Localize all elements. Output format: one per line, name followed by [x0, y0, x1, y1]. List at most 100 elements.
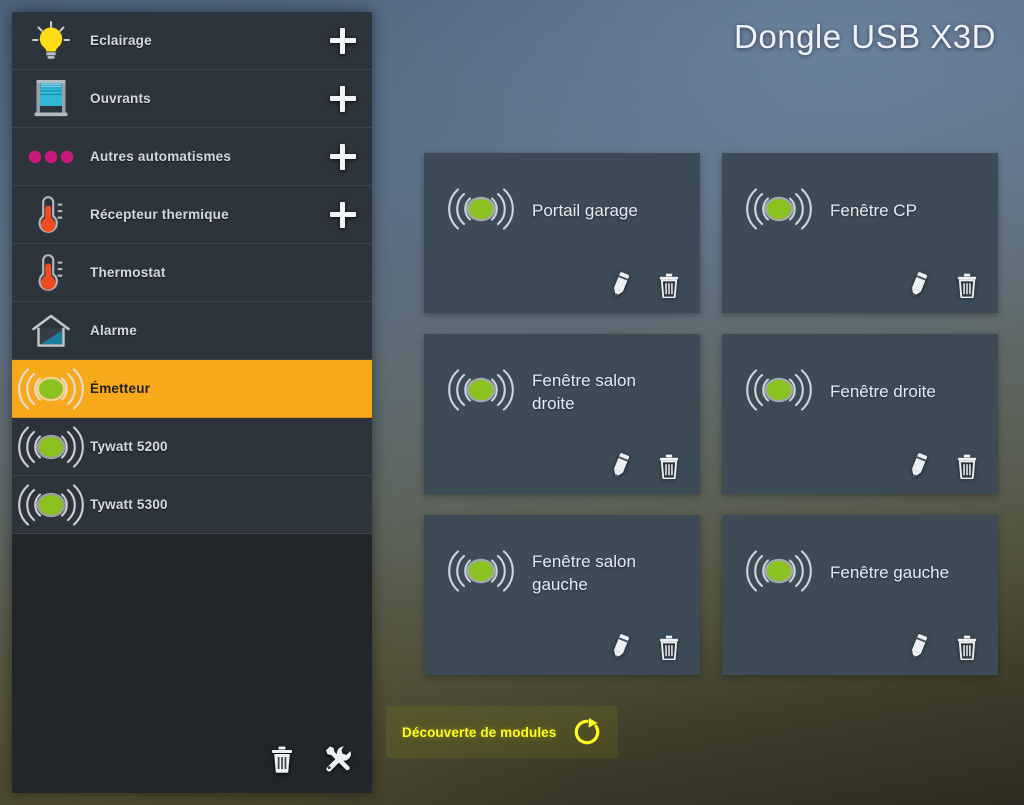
card-header: Fenêtre gauche [722, 515, 998, 604]
sidebar-item-thermostat[interactable]: Thermostat [12, 244, 372, 302]
delete-device-button[interactable] [954, 452, 980, 480]
edit-device-button[interactable] [906, 271, 932, 299]
edit-device-button[interactable] [906, 452, 932, 480]
device-card[interactable]: Fenêtre droite [722, 334, 998, 494]
delete-all-button[interactable] [264, 741, 300, 777]
add-device-button[interactable] [314, 70, 372, 128]
delete-device-button[interactable] [656, 633, 682, 661]
sidebar-item-label: Tywatt 5300 [90, 497, 168, 512]
transmitter-icon [448, 188, 514, 230]
transmitter-icon [746, 369, 812, 411]
plus-icon [330, 85, 356, 112]
discover-modules-button[interactable]: Découverte de modules [386, 706, 619, 758]
card-title: Fenêtre CP [830, 201, 917, 221]
app-root: Eclairage Ouvrants Autres automatismes R… [0, 0, 1024, 805]
plus-icon [330, 27, 356, 54]
card-title: Fenêtre droite [830, 382, 936, 402]
nav-plus-placeholder [314, 476, 372, 534]
edit-icon [911, 453, 927, 478]
shutter-icon [12, 70, 90, 128]
sidebar-item-autres-automatismes[interactable]: Autres automatismes [12, 128, 372, 186]
edit-icon [911, 272, 927, 297]
nav-plus-placeholder [314, 360, 372, 418]
thermometer-icon [12, 186, 90, 244]
card-header: Fenêtre CP [722, 153, 998, 242]
thermometer-icon [12, 244, 90, 302]
sidebar-item-metteur[interactable]: Émetteur [12, 360, 372, 418]
transmitter-icon [446, 543, 516, 604]
transmitter-icon [18, 483, 84, 526]
sidebar-item-ouvrants[interactable]: Ouvrants [12, 70, 372, 128]
refresh-icon[interactable] [570, 715, 604, 749]
main-content: Dongle USB X3D Portail garage Fenêtre CP… [372, 0, 1024, 805]
transmitter-icon [744, 543, 814, 604]
tools-button[interactable] [320, 741, 356, 777]
transmitter-icon [446, 181, 516, 242]
transmitter-icon [746, 550, 812, 592]
transmitter-icon [12, 418, 90, 476]
edit-device-button[interactable] [608, 271, 634, 299]
three-dots-icon [12, 128, 90, 186]
delete-device-button[interactable] [954, 271, 980, 299]
sidebar-item-tywatt-5200[interactable]: Tywatt 5200 [12, 418, 372, 476]
add-device-button[interactable] [314, 12, 372, 70]
transmitter-icon [746, 188, 812, 230]
card-header: Portail garage [424, 153, 700, 242]
sidebar-item-alarme[interactable]: Alarme [12, 302, 372, 360]
card-actions [906, 271, 980, 299]
house-alarm-icon [12, 302, 90, 360]
card-header: Fenêtre droite [722, 334, 998, 423]
add-device-button[interactable] [314, 186, 372, 244]
three-dots-icon [28, 150, 74, 163]
device-card[interactable]: Fenêtre salon droite [424, 334, 700, 494]
device-card[interactable]: Fenêtre CP [722, 153, 998, 313]
sidebar-item-label: Récepteur thermique [90, 207, 229, 222]
card-actions [608, 633, 682, 661]
transmitter-icon [12, 476, 90, 534]
trash-icon [957, 273, 977, 298]
page-title: Dongle USB X3D [734, 18, 996, 55]
delete-device-button[interactable] [954, 633, 980, 661]
thermometer-icon [38, 253, 63, 291]
sidebar-item-eclairage[interactable]: Eclairage [12, 12, 372, 70]
sidebar-item-r-cepteur-thermique[interactable]: Récepteur thermique [12, 186, 372, 244]
delete-device-button[interactable] [656, 452, 682, 480]
trash-icon [659, 635, 679, 660]
nav-plus-placeholder [314, 244, 372, 302]
trash-icon [957, 635, 977, 660]
sidebar-item-tywatt-5300[interactable]: Tywatt 5300 [12, 476, 372, 534]
sidebar: Eclairage Ouvrants Autres automatismes R… [12, 12, 372, 793]
card-actions [906, 452, 980, 480]
device-card[interactable]: Fenêtre gauche [722, 515, 998, 675]
card-actions [906, 633, 980, 661]
sidebar-item-label: Thermostat [90, 265, 166, 280]
transmitter-icon [18, 367, 84, 410]
sidebar-item-label: Tywatt 5200 [90, 439, 168, 454]
edit-device-button[interactable] [608, 633, 634, 661]
edit-device-button[interactable] [608, 452, 634, 480]
discover-modules-label: Découverte de modules [402, 724, 557, 740]
card-actions [608, 271, 682, 299]
lightbulb-icon [32, 20, 70, 59]
trash-icon [957, 454, 977, 479]
device-card[interactable]: Portail garage [424, 153, 700, 313]
card-title: Fenêtre salon droite [532, 370, 636, 413]
add-device-button[interactable] [314, 128, 372, 186]
transmitter-icon [18, 425, 84, 468]
sidebar-item-label: Eclairage [90, 33, 152, 48]
thermometer-icon [38, 195, 63, 233]
transmitter-icon [744, 181, 814, 242]
nav-plus-placeholder [314, 418, 372, 476]
plus-icon [330, 143, 356, 170]
card-actions [608, 452, 682, 480]
sidebar-footer [264, 741, 356, 777]
transmitter-icon [12, 360, 90, 418]
edit-device-button[interactable] [906, 633, 932, 661]
device-card[interactable]: Fenêtre salon gauche [424, 515, 700, 675]
edit-icon [613, 453, 629, 478]
plus-icon [330, 201, 356, 228]
card-header: Fenêtre salon gauche [424, 515, 700, 604]
transmitter-icon [448, 550, 514, 592]
trash-icon [272, 746, 292, 773]
delete-device-button[interactable] [656, 271, 682, 299]
